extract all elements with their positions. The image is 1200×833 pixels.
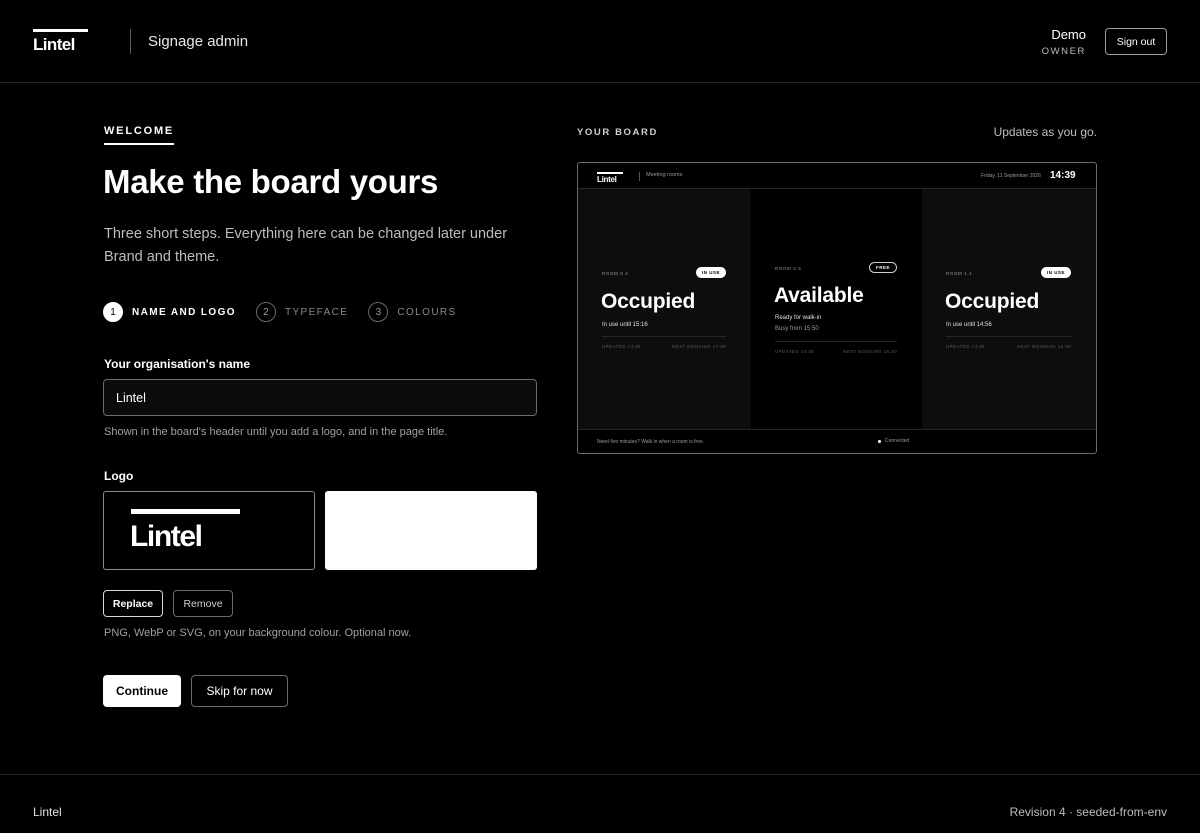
org-name-label: Your organisation's name (104, 357, 250, 371)
room-detail-secondary: Busy from 15:50 (775, 326, 819, 332)
board-header-divider (639, 172, 640, 181)
room-code: ROOM 0.5 (775, 266, 802, 271)
step-number: 1 (103, 302, 123, 322)
step-name-and-logo[interactable]: 1 NAME AND LOGO (103, 302, 236, 322)
status-badge: FREE (868, 262, 897, 273)
logo-bar (131, 509, 240, 514)
logo-preview-light (325, 491, 537, 570)
board-header: Lintel Meeting rooms Friday, 11 Septembe… (578, 163, 1096, 189)
continue-button[interactable]: Continue (103, 675, 181, 707)
replace-logo-button[interactable]: Replace (103, 590, 163, 617)
status-badge: IN USE (695, 267, 726, 278)
room-detail: Ready for walk-in (775, 315, 822, 321)
next-booking: NEXT BOOKING 15:50 (843, 349, 897, 354)
board-logo: Lintel (597, 172, 623, 184)
sign-out-button[interactable]: Sign out (1105, 28, 1167, 55)
user-name: Demo (1051, 27, 1086, 42)
panel-divider (775, 341, 897, 342)
room-panel: ROOM 1.1 IN USE Occupied In use until 14… (922, 189, 1096, 429)
org-name-input[interactable] (103, 379, 537, 416)
board-preview-label: YOUR BOARD (577, 127, 658, 138)
connection-dot-icon (878, 439, 881, 443)
page-footer: Lintel Revision 4 · seeded-from-env (0, 774, 1200, 833)
room-panel: ROOM 0.4 IN USE Occupied In use until 15… (578, 189, 751, 429)
step-typeface[interactable]: 2 TYPEFACE (255, 302, 349, 322)
connection-label: Connected (885, 438, 910, 444)
step-label: TYPEFACE (284, 306, 349, 318)
logo-wordmark: Lintel (130, 520, 203, 553)
room-detail: In use until 15:16 (602, 322, 648, 328)
room-status: Occupied (601, 290, 696, 313)
remove-logo-button[interactable]: Remove (173, 590, 233, 617)
room-panel: ROOM 0.5 FREE Available Ready for walk-i… (751, 189, 922, 429)
board-preview: Lintel Meeting rooms Friday, 11 Septembe… (577, 162, 1097, 454)
app-title: Signage admin (148, 33, 249, 50)
board-preview-note: Updates as you go. (993, 125, 1097, 139)
updated-time: UPDATED 14:38 (775, 349, 814, 354)
panel-divider (946, 336, 1071, 337)
step-colours[interactable]: 3 COLOURS (368, 302, 456, 322)
room-code: ROOM 0.4 (602, 271, 629, 276)
logo-preview-dark: Lintel (103, 491, 315, 570)
board-footer-message: Need five minutes? Walk in when a room i… (597, 439, 705, 445)
step-label: COLOURS (397, 306, 457, 318)
page-title: Make the board yours (103, 163, 439, 200)
board-location: Meeting rooms (646, 172, 683, 178)
next-booking: NEXT BOOKING 17:00 (672, 344, 726, 349)
panel-divider (602, 336, 726, 337)
next-booking: NEXT BOOKING 16:30 (1017, 344, 1071, 349)
room-code: ROOM 1.1 (946, 271, 973, 276)
skip-button[interactable]: Skip for now (191, 675, 288, 707)
top-bar: Lintel Signage admin Demo OWNER Sign out (0, 0, 1200, 83)
intro-text: Three short steps. Everything here can b… (104, 226, 508, 265)
logo-hint: PNG, WebP or SVG, on your background col… (104, 627, 412, 639)
status-badge: IN USE (1040, 267, 1071, 278)
footer-revision: Revision 4 · seeded-from-env (1009, 805, 1167, 819)
room-status: Occupied (945, 290, 1040, 313)
header-divider (130, 29, 131, 54)
updated-time: UPDATED 14:38 (602, 344, 641, 349)
welcome-eyebrow: WELCOME (104, 125, 175, 145)
board-wordmark: Lintel (597, 174, 617, 184)
logo-label: Logo (104, 469, 134, 483)
room-status: Available (774, 284, 864, 307)
step-indicator: 1 NAME AND LOGO 2 TYPEFACE 3 COLOURS (103, 302, 477, 322)
board-date: Friday, 11 September 2026 (981, 173, 1041, 179)
footer-brand: Lintel (33, 805, 62, 819)
user-role: OWNER (1041, 46, 1086, 57)
org-name-hint: Shown in the board's header until you ad… (104, 426, 448, 438)
step-number: 2 (255, 302, 276, 322)
board-footer: Need five minutes? Walk in when a room i… (578, 429, 1096, 453)
brand-logo[interactable]: Lintel (33, 29, 89, 53)
room-detail: In use until 14:56 (946, 322, 992, 328)
updated-time: UPDATED 14:38 (946, 344, 985, 349)
logo-bar (597, 172, 623, 174)
step-label: NAME AND LOGO (132, 306, 236, 318)
board-time: 14:39 (1050, 170, 1076, 181)
logo-bar (33, 29, 88, 32)
connection-status: Connected (878, 438, 909, 444)
step-number: 3 (368, 302, 389, 322)
user-info: Demo OWNER (1042, 27, 1086, 57)
brand-wordmark: Lintel (33, 35, 75, 54)
